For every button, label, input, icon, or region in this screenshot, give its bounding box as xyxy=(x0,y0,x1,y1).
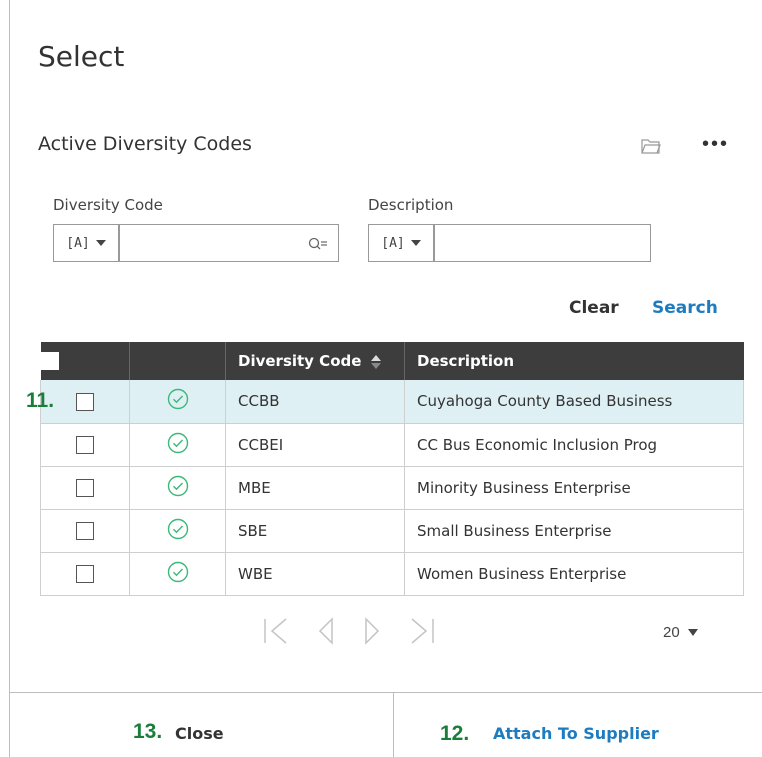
chevron-down-icon xyxy=(687,629,698,636)
footer-divider-vertical xyxy=(393,693,394,757)
description-label: Description xyxy=(368,196,454,214)
footer-divider-horizontal xyxy=(9,692,762,693)
sort-icon[interactable] xyxy=(370,354,381,369)
folder-icon[interactable] xyxy=(641,138,661,154)
check-circle-icon xyxy=(167,561,188,582)
column-header-label: Diversity Code xyxy=(238,352,362,370)
annotation-row-marker: 11. xyxy=(26,389,55,412)
description-column-header[interactable]: Description xyxy=(404,342,744,380)
first-page-icon[interactable] xyxy=(262,615,290,647)
previous-page-icon[interactable] xyxy=(316,615,336,647)
diversity-code-operator[interactable]: [A] xyxy=(53,224,119,262)
description-cell: Minority Business Enterprise xyxy=(404,466,744,510)
description-cell: Women Business Enterprise xyxy=(404,552,744,596)
status-cell xyxy=(129,380,226,424)
status-cell xyxy=(129,509,226,553)
operator-label: [A] xyxy=(381,235,405,251)
description-operator[interactable]: [A] xyxy=(368,224,434,262)
diversity-code-label: Diversity Code xyxy=(53,196,163,214)
select-all-header xyxy=(40,342,130,380)
row-checkbox[interactable] xyxy=(76,521,94,540)
row-checkbox[interactable] xyxy=(76,564,94,583)
status-cell xyxy=(129,466,226,510)
annotation-close-marker: 13. xyxy=(133,720,163,743)
page-size-value: 20 xyxy=(663,624,680,641)
description-cell: CC Bus Economic Inclusion Prog xyxy=(404,423,744,467)
search-button[interactable]: Search xyxy=(652,298,718,318)
check-circle-icon xyxy=(167,475,188,496)
description-cell: Cuyahoga County Based Business xyxy=(404,380,744,424)
status-cell xyxy=(129,423,226,467)
description-cell: Small Business Enterprise xyxy=(404,509,744,553)
row-select-cell xyxy=(40,552,130,596)
table-header-row: Diversity Code Description xyxy=(40,342,744,380)
diversity-codes-table: Diversity Code Description CCBB Cuyahoga… xyxy=(40,342,744,596)
table-row[interactable]: SBE Small Business Enterprise xyxy=(40,509,744,553)
pagination xyxy=(262,615,436,647)
code-cell: MBE xyxy=(225,466,405,510)
diversity-code-input[interactable] xyxy=(119,224,339,262)
select-all-checkbox[interactable] xyxy=(40,352,59,371)
code-cell: CCBEI xyxy=(225,423,405,467)
row-checkbox[interactable] xyxy=(76,435,94,454)
operator-label: [A] xyxy=(66,235,90,251)
code-cell: CCBB xyxy=(225,380,405,424)
chevron-down-icon xyxy=(410,240,421,246)
more-icon[interactable]: ••• xyxy=(702,134,729,154)
table-row[interactable]: CCBB Cuyahoga County Based Business xyxy=(40,380,744,424)
check-circle-icon xyxy=(167,518,188,539)
diversity-code-column-header[interactable]: Diversity Code xyxy=(225,342,405,380)
last-page-icon[interactable] xyxy=(408,615,436,647)
check-circle-icon xyxy=(167,432,188,453)
clear-button[interactable]: Clear xyxy=(569,298,619,318)
row-select-cell xyxy=(40,509,130,553)
status-column-header xyxy=(129,342,226,380)
row-checkbox[interactable] xyxy=(76,392,94,411)
code-cell: SBE xyxy=(225,509,405,553)
section-title: Active Diversity Codes xyxy=(38,133,252,155)
dialog-title: Select xyxy=(38,40,125,73)
chevron-down-icon xyxy=(95,240,106,246)
table-row[interactable]: MBE Minority Business Enterprise xyxy=(40,466,744,510)
dialog-left-border xyxy=(9,0,10,757)
lookup-icon[interactable] xyxy=(308,236,328,252)
description-input[interactable] xyxy=(434,224,651,262)
table-row[interactable]: WBE Women Business Enterprise xyxy=(40,552,744,596)
page-size-select[interactable]: 20 xyxy=(663,624,698,641)
check-circle-icon xyxy=(167,389,188,410)
row-checkbox[interactable] xyxy=(76,478,94,497)
attach-to-supplier-button[interactable]: Attach To Supplier xyxy=(493,724,659,743)
status-cell xyxy=(129,552,226,596)
annotation-attach-marker: 12. xyxy=(440,722,470,745)
table-row[interactable]: CCBEI CC Bus Economic Inclusion Prog xyxy=(40,423,744,467)
next-page-icon[interactable] xyxy=(362,615,382,647)
column-header-label: Description xyxy=(417,352,515,370)
row-select-cell xyxy=(40,466,130,510)
close-button[interactable]: Close xyxy=(175,724,224,743)
row-select-cell xyxy=(40,423,130,467)
code-cell: WBE xyxy=(225,552,405,596)
